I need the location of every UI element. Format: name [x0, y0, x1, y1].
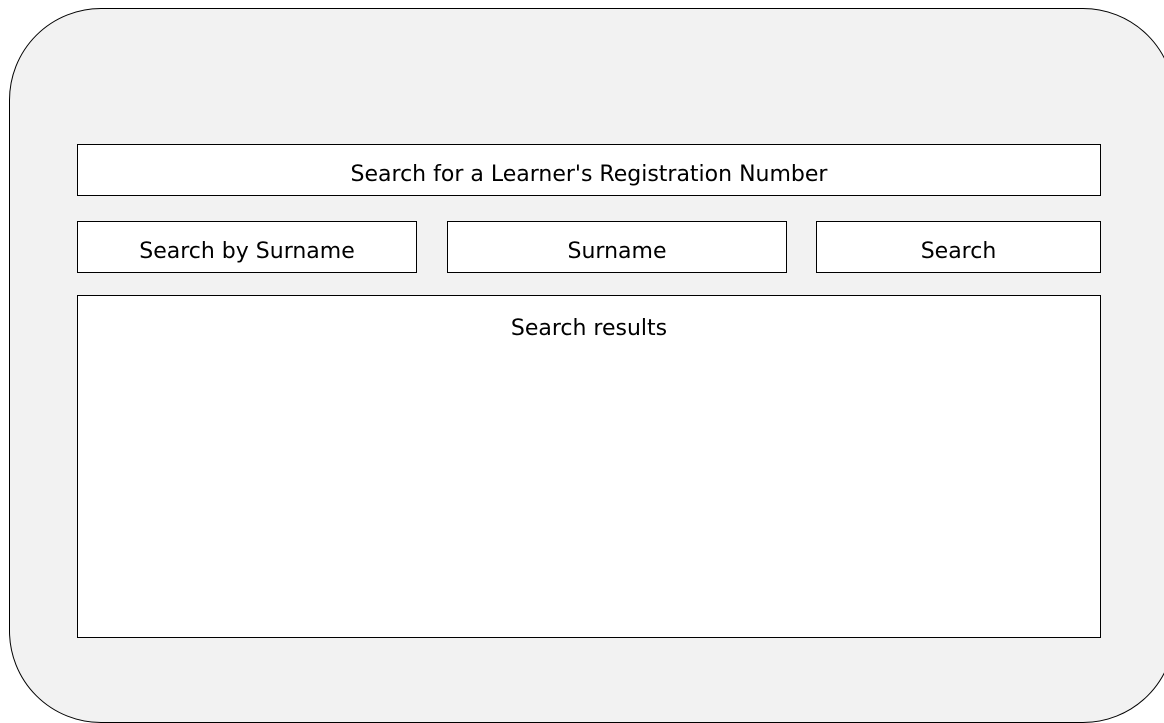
page-title: Search for a Learner's Registration Numb…	[350, 162, 828, 187]
surname-input-value[interactable]: Surname	[568, 239, 667, 264]
search-results-panel: Search results	[77, 295, 1101, 638]
search-mode-label: Search by Surname	[77, 221, 417, 273]
page-title-bar: Search for a Learner's Registration Numb…	[77, 144, 1101, 196]
search-button-label[interactable]: Search	[921, 239, 997, 264]
search-mode-label-text: Search by Surname	[139, 239, 355, 264]
search-button[interactable]: Search	[816, 221, 1101, 273]
surname-input[interactable]: Surname	[447, 221, 787, 273]
search-results-heading: Search results	[510, 316, 668, 341]
